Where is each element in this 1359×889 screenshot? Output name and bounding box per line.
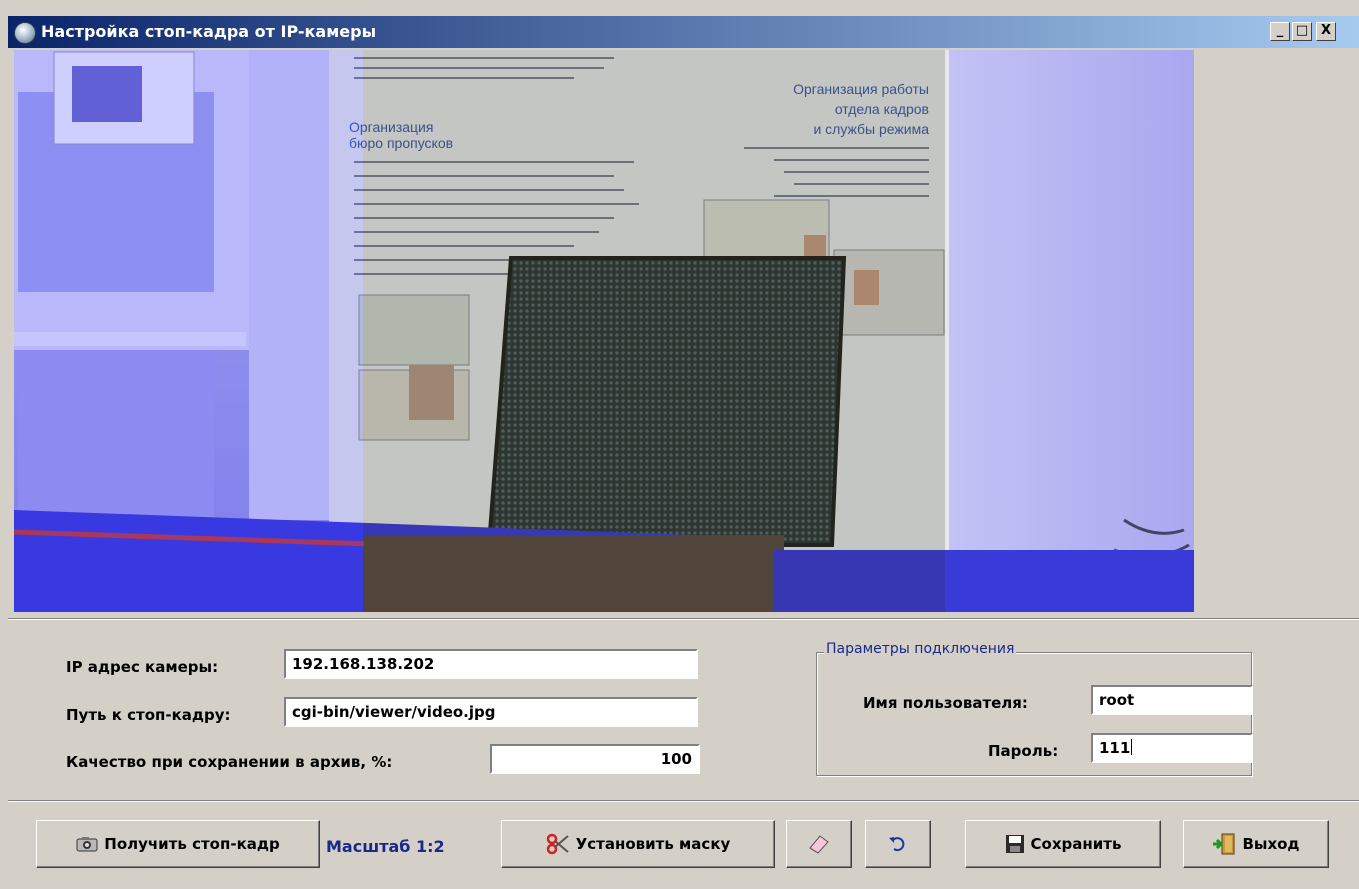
close-button[interactable]: X — [1316, 22, 1336, 41]
main-window: Настройка стоп-кадра от IP-камеры _ □ X — [8, 16, 1359, 888]
bottom-toolbar: Получить стоп-кадр Масштаб 1:2 Установит… — [8, 800, 1359, 889]
ip-address-label: IP адрес камеры: — [66, 658, 219, 676]
snapshot-path-label: Путь к стоп-кадру: — [66, 706, 231, 724]
save-button[interactable]: Сохранить — [965, 820, 1161, 868]
eraser-icon — [809, 835, 829, 854]
settings-panel: IP адрес камеры: 192.168.138.202 Путь к … — [8, 618, 1359, 799]
maximize-button[interactable]: □ — [1292, 22, 1312, 41]
camera-frame-image: Организация бюро пропусков Организация р… — [14, 50, 1194, 612]
undo-icon — [889, 837, 905, 852]
get-snapshot-label: Получить стоп-кадр — [104, 835, 280, 853]
password-input[interactable]: 111 — [1091, 733, 1253, 763]
title-bar[interactable]: Настройка стоп-кадра от IP-камеры _ □ X — [8, 16, 1359, 48]
username-input[interactable]: root — [1091, 685, 1253, 715]
exit-door-icon — [1213, 833, 1235, 855]
quality-input[interactable]: 100 — [490, 744, 700, 774]
app-icon — [14, 22, 36, 44]
set-mask-button[interactable]: Установить маску — [501, 820, 775, 868]
exit-label: Выход — [1242, 835, 1300, 853]
ip-address-input[interactable]: 192.168.138.202 — [284, 649, 698, 679]
text-caret — [1131, 739, 1133, 755]
username-label: Имя пользователя: — [863, 694, 1028, 712]
scale-label: Масштаб 1:2 — [326, 837, 445, 856]
undo-button[interactable] — [865, 820, 931, 868]
camera-preview[interactable]: Организация бюро пропусков Организация р… — [14, 50, 1194, 612]
password-value: 111 — [1099, 739, 1131, 757]
set-mask-label: Установить маску — [575, 835, 731, 853]
window-title: Настройка стоп-кадра от IP-камеры — [41, 22, 377, 41]
save-label: Сохранить — [1030, 835, 1122, 853]
exit-button[interactable]: Выход — [1183, 820, 1329, 868]
snapshot-path-input[interactable]: cgi-bin/viewer/video.jpg — [284, 697, 698, 727]
minimize-button[interactable]: _ — [1270, 22, 1290, 41]
connection-params-title: Параметры подключения — [824, 641, 1017, 657]
scissors-icon — [546, 833, 569, 855]
floppy-disk-icon — [1005, 835, 1024, 853]
camera-icon — [76, 837, 98, 852]
get-snapshot-button[interactable]: Получить стоп-кадр — [36, 820, 320, 868]
eraser-button[interactable] — [786, 820, 852, 868]
password-label: Пароль: — [988, 742, 1059, 760]
quality-label: Качество при сохранении в архив, %: — [66, 753, 393, 771]
